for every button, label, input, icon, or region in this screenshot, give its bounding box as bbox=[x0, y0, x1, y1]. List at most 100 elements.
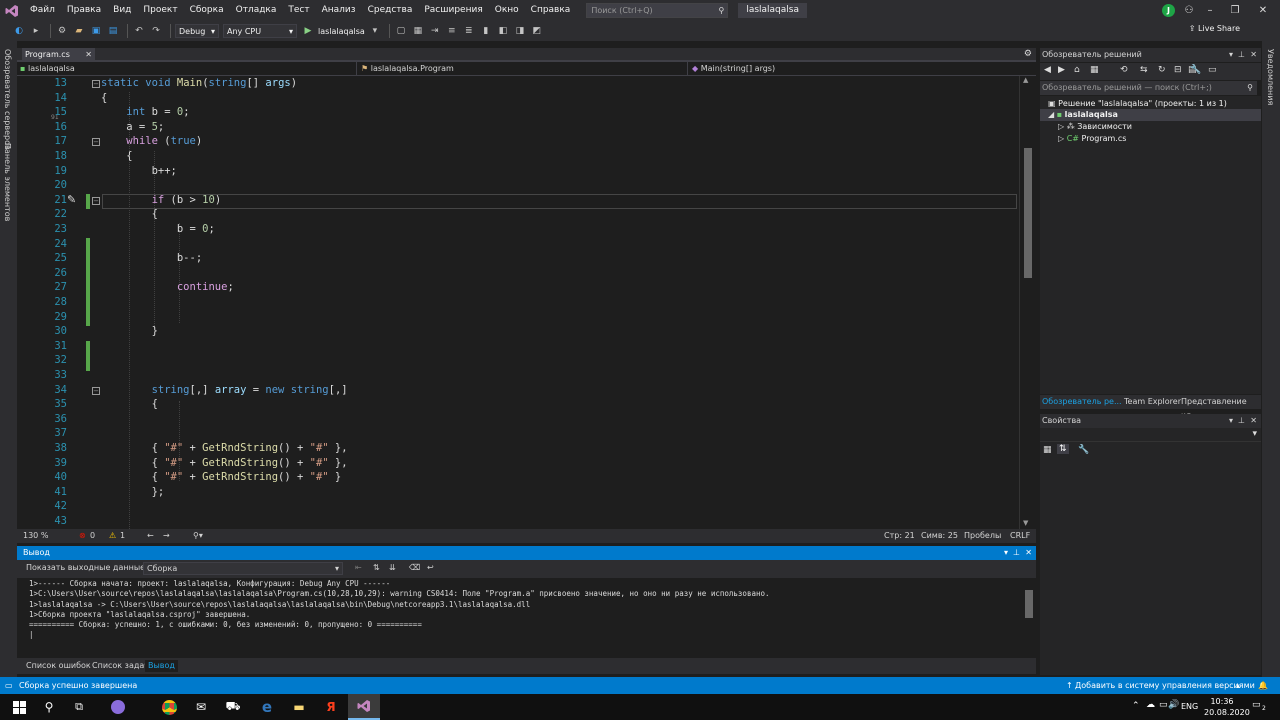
home-icon[interactable]: ⌂ bbox=[1074, 65, 1080, 75]
system-clock[interactable]: 10:36 20.08.2020 bbox=[1204, 696, 1250, 718]
solution-search-input[interactable]: Обозреватель решений — поиск (Ctrl+;) ⚲ bbox=[1040, 81, 1257, 95]
back-icon[interactable]: ◐ bbox=[12, 24, 26, 38]
error-icon[interactable]: ⊗ bbox=[79, 529, 86, 543]
scrollbar-thumb[interactable] bbox=[1025, 590, 1033, 618]
tab-settings-icon[interactable]: ⚙ bbox=[1024, 49, 1032, 59]
tree-item-dependencies[interactable]: ▷ ⁂ Зависимости bbox=[1040, 121, 1261, 133]
new-project-icon[interactable]: ⚙ bbox=[55, 24, 69, 38]
visual-studio-logo-icon[interactable] bbox=[0, 0, 24, 21]
clear-all-icon[interactable]: ⌫ bbox=[409, 563, 420, 572]
panel-menu-icon[interactable]: ▾ bbox=[1004, 546, 1008, 560]
close-window-button[interactable]: ✕ bbox=[1250, 0, 1276, 21]
menu-test[interactable]: Тест bbox=[282, 0, 315, 21]
cortana-icon[interactable] bbox=[102, 694, 134, 720]
pending-changes-icon[interactable]: ⟲ bbox=[1120, 65, 1128, 75]
collapse-all-icon[interactable]: ⊟ bbox=[1174, 65, 1182, 75]
forward-icon[interactable]: ▸ bbox=[29, 24, 43, 38]
close-icon[interactable]: ✕ bbox=[1250, 414, 1257, 428]
live-share-button[interactable]: ⇪ Live Share bbox=[1189, 24, 1240, 33]
store-icon[interactable]: ⛟ bbox=[217, 694, 249, 720]
menu-analyze[interactable]: Анализ bbox=[316, 0, 362, 21]
panel-menu-icon[interactable]: ▾ bbox=[1229, 414, 1233, 428]
git-tools-icon[interactable]: ⚲▾ bbox=[193, 529, 203, 543]
error-count[interactable]: 0 bbox=[90, 529, 95, 543]
file-explorer-icon[interactable]: ▬ bbox=[283, 694, 315, 720]
open-file-icon[interactable]: ▰ bbox=[72, 24, 86, 38]
panel-menu-icon[interactable]: ▾ bbox=[1229, 48, 1233, 62]
chevron-up-icon[interactable]: ▴ bbox=[1236, 677, 1240, 694]
clear-bookmarks-icon[interactable]: ◩ bbox=[530, 24, 544, 38]
line-ending[interactable]: CRLF bbox=[1010, 529, 1030, 543]
quick-search-input[interactable]: Поиск (Ctrl+Q) ⚲ bbox=[586, 3, 729, 18]
browser-link-icon[interactable]: ▦ bbox=[411, 24, 425, 38]
tray-app-icon[interactable]: ☁ bbox=[1146, 700, 1155, 710]
tab-output[interactable]: Вывод bbox=[145, 660, 178, 672]
start-debug-icon[interactable]: ▶ bbox=[301, 24, 315, 38]
uncomment-icon[interactable]: ≣ bbox=[462, 24, 476, 38]
sync-icon[interactable]: ⇆ bbox=[1140, 65, 1148, 75]
network-icon[interactable]: ▭ bbox=[1159, 700, 1168, 710]
toolbox-tab[interactable]: Панель элементов bbox=[3, 143, 12, 221]
find-message-icon[interactable]: ⇅ bbox=[373, 563, 380, 572]
save-all-icon[interactable]: ▤ bbox=[106, 24, 120, 38]
save-icon[interactable]: ▣ bbox=[89, 24, 103, 38]
close-icon[interactable]: ✕ bbox=[85, 48, 92, 62]
tab-solution-explorer[interactable]: Обозреватель ре... bbox=[1042, 395, 1122, 409]
menu-tools[interactable]: Средства bbox=[362, 0, 419, 21]
tab-team-explorer[interactable]: Team Explorer bbox=[1124, 395, 1181, 409]
undo-icon[interactable]: ↶ bbox=[132, 24, 146, 38]
categorized-icon[interactable]: ▦ bbox=[1043, 445, 1052, 455]
go-to-next-icon[interactable]: ⇊ bbox=[389, 563, 396, 572]
maximize-button[interactable]: ❐ bbox=[1222, 0, 1248, 21]
alphabetical-icon[interactable]: ⇅ bbox=[1057, 444, 1069, 454]
preview-icon[interactable]: ▭ bbox=[1208, 65, 1217, 75]
menu-debug[interactable]: Отладка bbox=[230, 0, 283, 21]
action-center-icon[interactable]: ▭ bbox=[1252, 700, 1261, 710]
scrollbar-thumb[interactable] bbox=[1024, 148, 1032, 278]
forward-icon[interactable]: ▶ bbox=[1058, 65, 1065, 75]
nav-forward-icon[interactable]: → bbox=[163, 529, 170, 543]
redo-icon[interactable]: ↷ bbox=[149, 24, 163, 38]
menu-build[interactable]: Сборка bbox=[184, 0, 230, 21]
account-avatar[interactable]: J bbox=[1162, 4, 1175, 17]
back-icon[interactable]: ◀ bbox=[1044, 65, 1051, 75]
mail-icon[interactable]: ✉ bbox=[185, 694, 217, 720]
scroll-down-icon[interactable]: ▼ bbox=[1023, 519, 1028, 527]
properties-object-dropdown[interactable]: ▾ bbox=[1040, 428, 1261, 442]
volume-icon[interactable]: 🔊 bbox=[1168, 700, 1179, 710]
chevron-down-icon[interactable]: ▾ bbox=[368, 24, 382, 38]
output-text-area[interactable]: 1>------ Сборка начата: проект: laslalaq… bbox=[17, 578, 1022, 656]
expand-right-icon[interactable]: ▷ bbox=[1058, 122, 1067, 131]
member-nav-dropdown[interactable]: ◆ Main(string[] args) bbox=[689, 62, 1019, 75]
keyboard-language[interactable]: ENG bbox=[1181, 702, 1198, 711]
pin-icon[interactable]: ⊥ bbox=[1238, 414, 1245, 428]
zoom-level[interactable]: 130 % bbox=[23, 529, 48, 543]
platform-dropdown[interactable]: Any CPU ▾ bbox=[223, 24, 297, 38]
menu-edit[interactable]: Правка bbox=[61, 0, 107, 21]
bookmark-icon[interactable]: ▮ bbox=[479, 24, 493, 38]
property-pages-icon[interactable]: 🔧 bbox=[1078, 445, 1089, 455]
menu-view[interactable]: Вид bbox=[107, 0, 137, 21]
comment-icon[interactable]: ≡ bbox=[445, 24, 459, 38]
search-icon[interactable]: ⚲ bbox=[33, 694, 65, 720]
prev-bookmark-icon[interactable]: ◧ bbox=[496, 24, 510, 38]
menu-window[interactable]: Окно bbox=[489, 0, 525, 21]
menu-file[interactable]: Файл bbox=[24, 0, 61, 21]
switch-views-icon[interactable]: ▦ bbox=[1090, 65, 1099, 75]
properties-icon[interactable]: 🔧 bbox=[1190, 65, 1201, 75]
hot-reload-icon[interactable]: ▢ bbox=[394, 24, 408, 38]
tab-error-list[interactable]: Список ошибок bbox=[23, 660, 94, 672]
close-icon[interactable]: ✕ bbox=[1250, 48, 1257, 62]
nav-back-icon[interactable]: ← bbox=[147, 529, 154, 543]
windows-start-icon[interactable] bbox=[3, 694, 35, 720]
add-to-source-control[interactable]: Добавить в систему управления версиями bbox=[1075, 677, 1255, 694]
minimize-button[interactable]: – bbox=[1197, 0, 1223, 21]
menu-help[interactable]: Справка bbox=[525, 0, 577, 21]
tab-program-cs[interactable]: Program.cs ✕ bbox=[22, 48, 95, 62]
pin-icon[interactable]: ⊥ bbox=[1013, 546, 1020, 560]
server-explorer-tab[interactable]: Обозреватель серверов bbox=[3, 49, 12, 150]
notifications-bell-icon[interactable]: 🔔 bbox=[1258, 677, 1268, 694]
menu-project[interactable]: Проект bbox=[137, 0, 183, 21]
code-editor[interactable]: − − − − ✎ 91 13 static void Main(string[]… bbox=[17, 76, 1019, 529]
yandex-browser-icon[interactable]: Я bbox=[315, 694, 347, 720]
